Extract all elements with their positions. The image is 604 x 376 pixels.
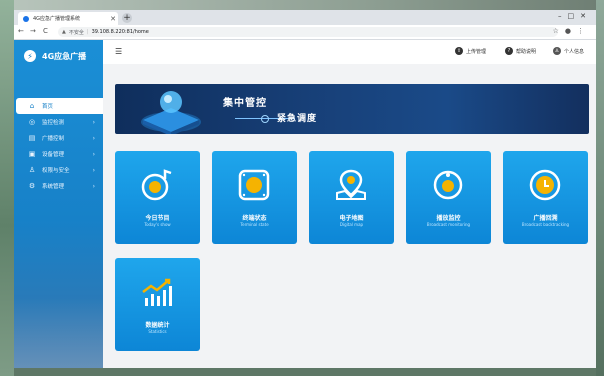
- sidebar-decoration: [14, 298, 103, 368]
- browser-tab[interactable]: 4G应急广播管理系统 ✕: [18, 12, 118, 25]
- sidebar-item-label: 系统管理: [42, 184, 65, 190]
- forward-icon[interactable]: →: [30, 27, 36, 35]
- avatar-icon: ♙: [553, 47, 561, 55]
- card-subtitle: Statistics: [148, 329, 167, 334]
- card-today-show[interactable]: 今日节目 Today's show: [115, 151, 200, 244]
- tab-title: 4G应急广播管理系统: [33, 16, 81, 22]
- monitor-play-icon: [433, 170, 463, 200]
- url-field[interactable]: ▲ 不安全 | 39.108.8.220:81/home: [58, 27, 558, 37]
- sidebar-item-home[interactable]: ⌂ 首页: [16, 98, 103, 114]
- map-pin-icon: [336, 169, 366, 200]
- sidebar-item-label: 监控检测: [42, 120, 65, 126]
- card-statistics[interactable]: 数据统计 Statistics: [115, 258, 200, 351]
- sidebar-item-label: 首页: [42, 104, 54, 110]
- top-header: ☰ ⇧ 上传管理 ? 帮助说明 ♙ 个人信息: [103, 40, 596, 64]
- card-digital-map[interactable]: 电子地图 Digital map: [309, 151, 394, 244]
- chevron-right-icon: ›: [92, 182, 95, 190]
- card-title: 广播回溯: [533, 215, 558, 222]
- close-tab-icon[interactable]: ✕: [108, 15, 118, 23]
- card-subtitle: Broadcast monitoring: [426, 222, 471, 227]
- browser-actions: ☆●⋮: [553, 27, 590, 35]
- card-title: 终端状态: [242, 215, 267, 222]
- upload-icon: ⇧: [455, 47, 463, 55]
- monitor-icon: ◎: [28, 118, 36, 126]
- sidebar: ⚡ 4G应急广播 ⌂ 首页 ◎ 监控检测 › ▤ 广播控制 › ▣ 设备管理 ›…: [14, 40, 103, 368]
- chevron-right-icon: ›: [92, 166, 95, 174]
- sidebar-item-security[interactable]: ♙ 权限与安全 ›: [14, 162, 103, 178]
- platform-illustration: [141, 91, 201, 134]
- upload-button[interactable]: ⇧ 上传管理: [455, 47, 486, 55]
- card-title: 数据统计: [145, 322, 170, 329]
- logo-icon: ⚡: [24, 50, 36, 62]
- card-subtitle: Today's show: [144, 222, 171, 227]
- favicon-icon: [23, 15, 29, 22]
- maximize-icon[interactable]: □: [568, 12, 581, 20]
- hero-banner: 集中管控 紧急调度: [115, 84, 589, 134]
- clock-icon: [529, 169, 561, 201]
- browser-tab-bar: 4G应急广播管理系统 ✕ + –□✕: [14, 10, 596, 25]
- desktop-background-top: [14, 0, 596, 10]
- reload-icon[interactable]: C: [43, 27, 48, 35]
- url-text: 39.108.8.220:81/home: [91, 29, 149, 35]
- music-note-icon: [141, 169, 172, 201]
- chevron-right-icon: ›: [92, 134, 95, 142]
- banner-title-primary: 集中管控: [223, 98, 267, 109]
- chart-icon: [142, 278, 172, 306]
- chevron-right-icon: ›: [92, 150, 95, 158]
- window-close-icon[interactable]: ✕: [580, 12, 592, 20]
- profile-label: 个人信息: [564, 48, 585, 55]
- browser-address-bar: ← → C ▲ 不安全 | 39.108.8.220:81/home ☆●⋮: [14, 25, 596, 40]
- home-icon: ⌂: [29, 102, 35, 110]
- card-title: 电子地图: [339, 215, 364, 222]
- banner-dot: [261, 115, 269, 123]
- profile-icon[interactable]: ●: [565, 27, 577, 35]
- card-broadcast-backtracking[interactable]: 广播回溯 Broadcast backtracking: [503, 151, 588, 244]
- app-logo[interactable]: ⚡ 4G应急广播: [24, 50, 86, 62]
- sidebar-item-label: 权限与安全: [42, 168, 70, 174]
- terminal-icon: [238, 169, 270, 201]
- user-icon: ♙: [28, 166, 36, 174]
- sidebar-item-label: 设备管理: [42, 152, 65, 158]
- upload-label: 上传管理: [466, 48, 487, 55]
- warning-icon: ▲: [62, 29, 66, 35]
- new-tab-button[interactable]: +: [122, 13, 132, 23]
- logo-text: 4G应急广播: [42, 51, 87, 61]
- broadcast-icon: ▤: [28, 134, 36, 142]
- star-icon[interactable]: ☆: [553, 27, 565, 35]
- gear-icon: ⚙: [28, 182, 36, 190]
- card-subtitle: Digital map: [339, 222, 364, 227]
- sidebar-item-monitor[interactable]: ◎ 监控检测 ›: [14, 114, 103, 130]
- card-title: 今日节目: [145, 215, 170, 222]
- desktop-background-right: [596, 0, 604, 376]
- card-subtitle: Broadcast backtracking: [521, 222, 570, 227]
- insecure-label: 不安全: [68, 29, 84, 36]
- card-title: 播放监控: [436, 215, 461, 222]
- main-content: ☰ ⇧ 上传管理 ? 帮助说明 ♙ 个人信息 集中管控 紧急调度 今日节目 To…: [103, 40, 596, 368]
- banner-title-secondary: 紧急调度: [277, 114, 318, 124]
- help-icon: ?: [505, 47, 513, 55]
- desktop-background-left: [0, 0, 14, 376]
- menu-toggle-icon[interactable]: ☰: [115, 47, 122, 56]
- profile-button[interactable]: ♙ 个人信息: [553, 47, 584, 55]
- sidebar-item-system[interactable]: ⚙ 系统管理 ›: [14, 178, 103, 194]
- minimize-icon[interactable]: –: [558, 12, 568, 20]
- help-button[interactable]: ? 帮助说明: [505, 47, 536, 55]
- sidebar-item-broadcast[interactable]: ▤ 广播控制 ›: [14, 130, 103, 146]
- help-label: 帮助说明: [516, 48, 537, 55]
- card-subtitle: Terminal state: [240, 222, 269, 227]
- card-terminal-state[interactable]: 终端状态 Terminal state: [212, 151, 297, 244]
- chevron-right-icon: ›: [92, 118, 95, 126]
- sidebar-item-label: 广播控制: [42, 136, 65, 142]
- menu-kebab-icon[interactable]: ⋮: [577, 27, 590, 35]
- window-controls: –□✕: [558, 12, 592, 20]
- sidebar-item-device[interactable]: ▣ 设备管理 ›: [14, 146, 103, 162]
- sidebar-menu: ⌂ 首页 ◎ 监控检测 › ▤ 广播控制 › ▣ 设备管理 › ♙ 权限与安全 …: [14, 98, 103, 194]
- desktop-background-bottom: [14, 368, 596, 376]
- back-icon[interactable]: ←: [18, 27, 24, 35]
- device-icon: ▣: [28, 150, 36, 158]
- card-broadcast-monitoring[interactable]: 播放监控 Broadcast monitoring: [406, 151, 491, 244]
